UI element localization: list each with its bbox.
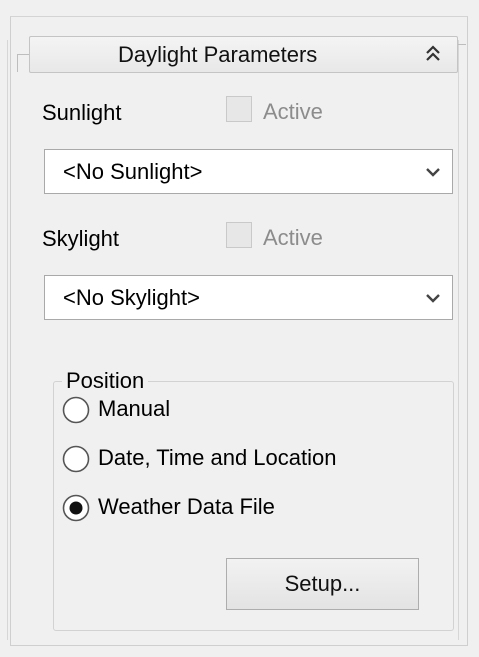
skylight-dropdown-value: <No Skylight>	[63, 285, 200, 310]
header-bracket-left-vertical	[17, 54, 18, 72]
header-bracket-left	[17, 54, 29, 55]
chevron-down-icon	[424, 164, 442, 180]
double-chevron-up-icon[interactable]	[420, 41, 446, 67]
radio-button-icon[interactable]	[61, 395, 91, 425]
sunlight-active-checkbox[interactable]	[226, 96, 252, 122]
chevron-down-icon	[424, 290, 442, 306]
sunlight-label: Sunlight	[42, 100, 122, 125]
panel-divider-right	[458, 40, 459, 640]
radio-button-selected-icon[interactable]	[61, 493, 91, 523]
rollout-header-daylight-parameters[interactable]: Daylight Parameters	[29, 36, 458, 73]
panel-divider-left	[7, 40, 8, 640]
skylight-active-label: Active	[263, 225, 323, 250]
radio-date-time-location-label: Date, Time and Location	[98, 445, 337, 470]
rollout-title: Daylight Parameters	[118, 42, 318, 67]
skylight-label: Skylight	[42, 226, 120, 251]
radio-button-icon[interactable]	[61, 444, 91, 474]
position-group-title: Position	[62, 368, 149, 394]
sunlight-dropdown[interactable]: <No Sunlight>	[44, 149, 453, 194]
radio-weather-data-file-label: Weather Data File	[98, 494, 275, 519]
sunlight-dropdown-value: <No Sunlight>	[63, 159, 203, 184]
header-bracket-right	[458, 44, 466, 45]
skylight-dropdown[interactable]: <No Skylight>	[44, 275, 453, 320]
setup-button[interactable]: Setup...	[226, 558, 419, 610]
skylight-active-checkbox[interactable]	[226, 222, 252, 248]
radio-manual-label: Manual	[98, 396, 171, 421]
sunlight-active-label: Active	[263, 99, 323, 124]
